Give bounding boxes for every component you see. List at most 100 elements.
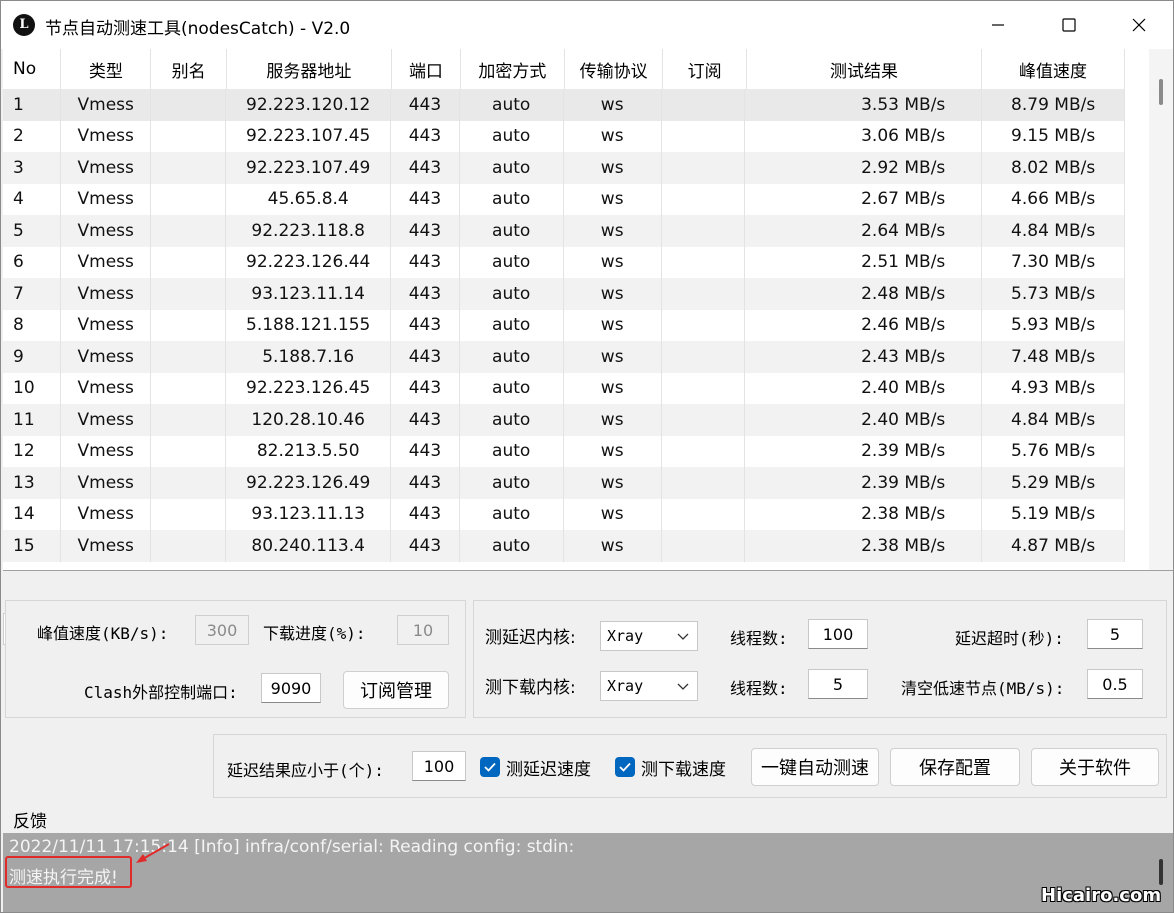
- download-threads-input[interactable]: 5: [808, 669, 868, 699]
- log-scrollbar-thumb[interactable]: [1159, 859, 1163, 885]
- cell-server: 93.123.11.14: [226, 278, 392, 310]
- column-header-subscription[interactable]: 订阅: [663, 49, 747, 89]
- latency-timeout-input[interactable]: 5: [1087, 619, 1143, 649]
- cell-port: 443: [391, 246, 460, 278]
- table-body: 1 Vmess 92.223.120.12 443 auto ws 3.53 MB/s 8.7…: [3, 89, 1125, 562]
- latency-threads-input[interactable]: 100: [808, 619, 868, 649]
- cell-transport: ws: [564, 120, 662, 152]
- maximize-button[interactable]: [1034, 1, 1104, 49]
- download-core-select[interactable]: Xray: [600, 671, 698, 701]
- table-row[interactable]: 2 Vmess 92.223.107.45 443 auto ws 3.06 MB/s 9.1…: [3, 120, 1125, 152]
- watermark: Hicairo.com: [1041, 885, 1162, 906]
- cell-no: 8: [3, 309, 62, 341]
- test-download-label[interactable]: 测下载速度: [641, 755, 726, 780]
- test-latency-label[interactable]: 测延迟速度: [506, 755, 591, 780]
- app-window: L 节点自动测速工具(nodesCatch) - V2.0 No 类型 别名 服…: [0, 0, 1174, 913]
- highlight-box: [5, 856, 132, 888]
- column-header-no[interactable]: No: [3, 49, 62, 89]
- table-row[interactable]: 4 Vmess 45.65.8.4 443 auto ws 2.67 MB/s 4.66 MB…: [3, 183, 1125, 215]
- table-row[interactable]: 5 Vmess 92.223.118.8 443 auto ws 2.64 MB/s 4.84…: [3, 215, 1125, 247]
- peak-speed-input[interactable]: 300: [195, 615, 249, 645]
- table-row[interactable]: 3 Vmess 92.223.107.49 443 auto ws 2.92 MB/s 8.0…: [3, 152, 1125, 184]
- cell-peak-speed: 5.19 MB/s: [982, 498, 1125, 530]
- subscription-manage-button[interactable]: 订阅管理: [343, 671, 449, 709]
- cell-server: 92.223.126.44: [226, 246, 392, 278]
- cell-peak-speed: 8.79 MB/s: [982, 89, 1125, 121]
- cell-test-result: 2.43 MB/s: [745, 341, 983, 373]
- cell-test-result: 2.38 MB/s: [745, 530, 983, 562]
- cell-encryption: auto: [460, 215, 564, 247]
- maximize-icon: [1062, 18, 1076, 32]
- cell-server: 92.223.126.45: [226, 372, 392, 404]
- table-row[interactable]: 15 Vmess 80.240.113.4 443 auto ws 2.38 MB/s 4.8…: [3, 530, 1125, 562]
- table-scrollbar[interactable]: [1149, 49, 1173, 570]
- action-panel: 延迟结果应小于(个): 100 测延迟速度 测下载速度 一键自动测速 保存配置 …: [213, 734, 1167, 798]
- test-download-checkbox[interactable]: [615, 757, 635, 777]
- cell-alias: [151, 246, 227, 278]
- cell-transport: ws: [564, 372, 662, 404]
- test-latency-checkbox[interactable]: [480, 757, 500, 777]
- cell-subscription: [662, 404, 746, 436]
- cell-no: 7: [3, 278, 62, 310]
- cell-encryption: auto: [460, 246, 564, 278]
- save-config-button[interactable]: 保存配置: [890, 748, 1020, 786]
- cell-subscription: [662, 183, 746, 215]
- column-header-transport[interactable]: 传输协议: [565, 49, 664, 89]
- column-header-alias[interactable]: 别名: [151, 49, 227, 89]
- cell-alias: [151, 341, 227, 373]
- cell-no: 2: [3, 120, 62, 152]
- cell-encryption: auto: [460, 152, 564, 184]
- cell-port: 443: [391, 152, 460, 184]
- cell-encryption: auto: [460, 498, 564, 530]
- cell-server: 92.223.107.45: [226, 120, 392, 152]
- download-threads-label: 线程数:: [730, 679, 788, 698]
- cell-alias: [151, 404, 227, 436]
- cell-encryption: auto: [460, 309, 564, 341]
- minimize-button[interactable]: [963, 1, 1033, 49]
- table-row[interactable]: 6 Vmess 92.223.126.44 443 auto ws 2.51 MB/s 7.3…: [3, 246, 1125, 278]
- cell-test-result: 2.51 MB/s: [745, 246, 983, 278]
- cell-peak-speed: 7.48 MB/s: [982, 341, 1125, 373]
- column-header-peak-speed[interactable]: 峰值速度: [982, 49, 1125, 89]
- auto-test-button[interactable]: 一键自动测速: [751, 748, 879, 786]
- latency-core-select[interactable]: Xray: [600, 621, 698, 651]
- title-bar[interactable]: L 节点自动测速工具(nodesCatch) - V2.0: [1, 1, 1173, 49]
- column-header-test-result[interactable]: 测试结果: [747, 49, 982, 89]
- column-header-server[interactable]: 服务器地址: [227, 49, 393, 89]
- table-row[interactable]: 11 Vmess 120.28.10.46 443 auto ws 2.40 MB/s 4.8…: [3, 404, 1125, 436]
- latency-result-input[interactable]: 100: [412, 751, 466, 781]
- table-row[interactable]: 9 Vmess 5.188.7.16 443 auto ws 2.43 MB/s 7.48 M…: [3, 341, 1125, 373]
- table-scrollbar-thumb[interactable]: [1159, 79, 1163, 105]
- table-row[interactable]: 8 Vmess 5.188.121.155 443 auto ws 2.46 MB/s 5.9…: [3, 309, 1125, 341]
- cell-port: 443: [391, 278, 460, 310]
- cell-subscription: [662, 309, 746, 341]
- column-header-type[interactable]: 类型: [61, 49, 152, 89]
- cell-port: 443: [391, 467, 460, 499]
- table-row[interactable]: 1 Vmess 92.223.120.12 443 auto ws 3.53 MB/s 8.7…: [3, 89, 1125, 121]
- column-header-encryption[interactable]: 加密方式: [461, 49, 565, 89]
- download-progress-input[interactable]: 10: [397, 615, 449, 645]
- clash-port-input[interactable]: 9090: [261, 673, 321, 703]
- cell-port: 443: [391, 215, 460, 247]
- table-row[interactable]: 13 Vmess 92.223.126.49 443 auto ws 2.39 MB/s 5.…: [3, 467, 1125, 499]
- cell-type: Vmess: [61, 530, 152, 562]
- cell-subscription: [662, 152, 746, 184]
- cell-server: 82.213.5.50: [226, 435, 392, 467]
- table-row[interactable]: 7 Vmess 93.123.11.14 443 auto ws 2.48 MB/s 5.73…: [3, 278, 1125, 310]
- cell-encryption: auto: [460, 530, 564, 562]
- node-table[interactable]: No 类型 别名 服务器地址 端口 加密方式 传输协议 订阅 测试结果 峰值速度…: [3, 49, 1173, 571]
- table-row[interactable]: 10 Vmess 92.223.126.45 443 auto ws 2.40 MB/s 4.…: [3, 372, 1125, 404]
- about-button[interactable]: 关于软件: [1031, 748, 1159, 786]
- table-row[interactable]: 14 Vmess 93.123.11.13 443 auto ws 2.38 MB/s 5.1…: [3, 498, 1125, 530]
- cell-subscription: [662, 467, 746, 499]
- feedback-log[interactable]: 2022/11/11 17:15:14 [Info] infra/conf/se…: [3, 833, 1173, 912]
- cell-no: 10: [3, 372, 62, 404]
- table-row[interactable]: 12 Vmess 82.213.5.50 443 auto ws 2.39 MB/s 5.76…: [3, 435, 1125, 467]
- cell-subscription: [662, 246, 746, 278]
- column-header-port[interactable]: 端口: [392, 49, 461, 89]
- cell-server: 5.188.7.16: [226, 341, 392, 373]
- clear-slow-input[interactable]: 0.5: [1087, 669, 1143, 699]
- close-button[interactable]: [1104, 1, 1174, 49]
- cell-peak-speed: 4.84 MB/s: [982, 404, 1125, 436]
- clash-port-label: Clash外部控制端口:: [84, 683, 238, 702]
